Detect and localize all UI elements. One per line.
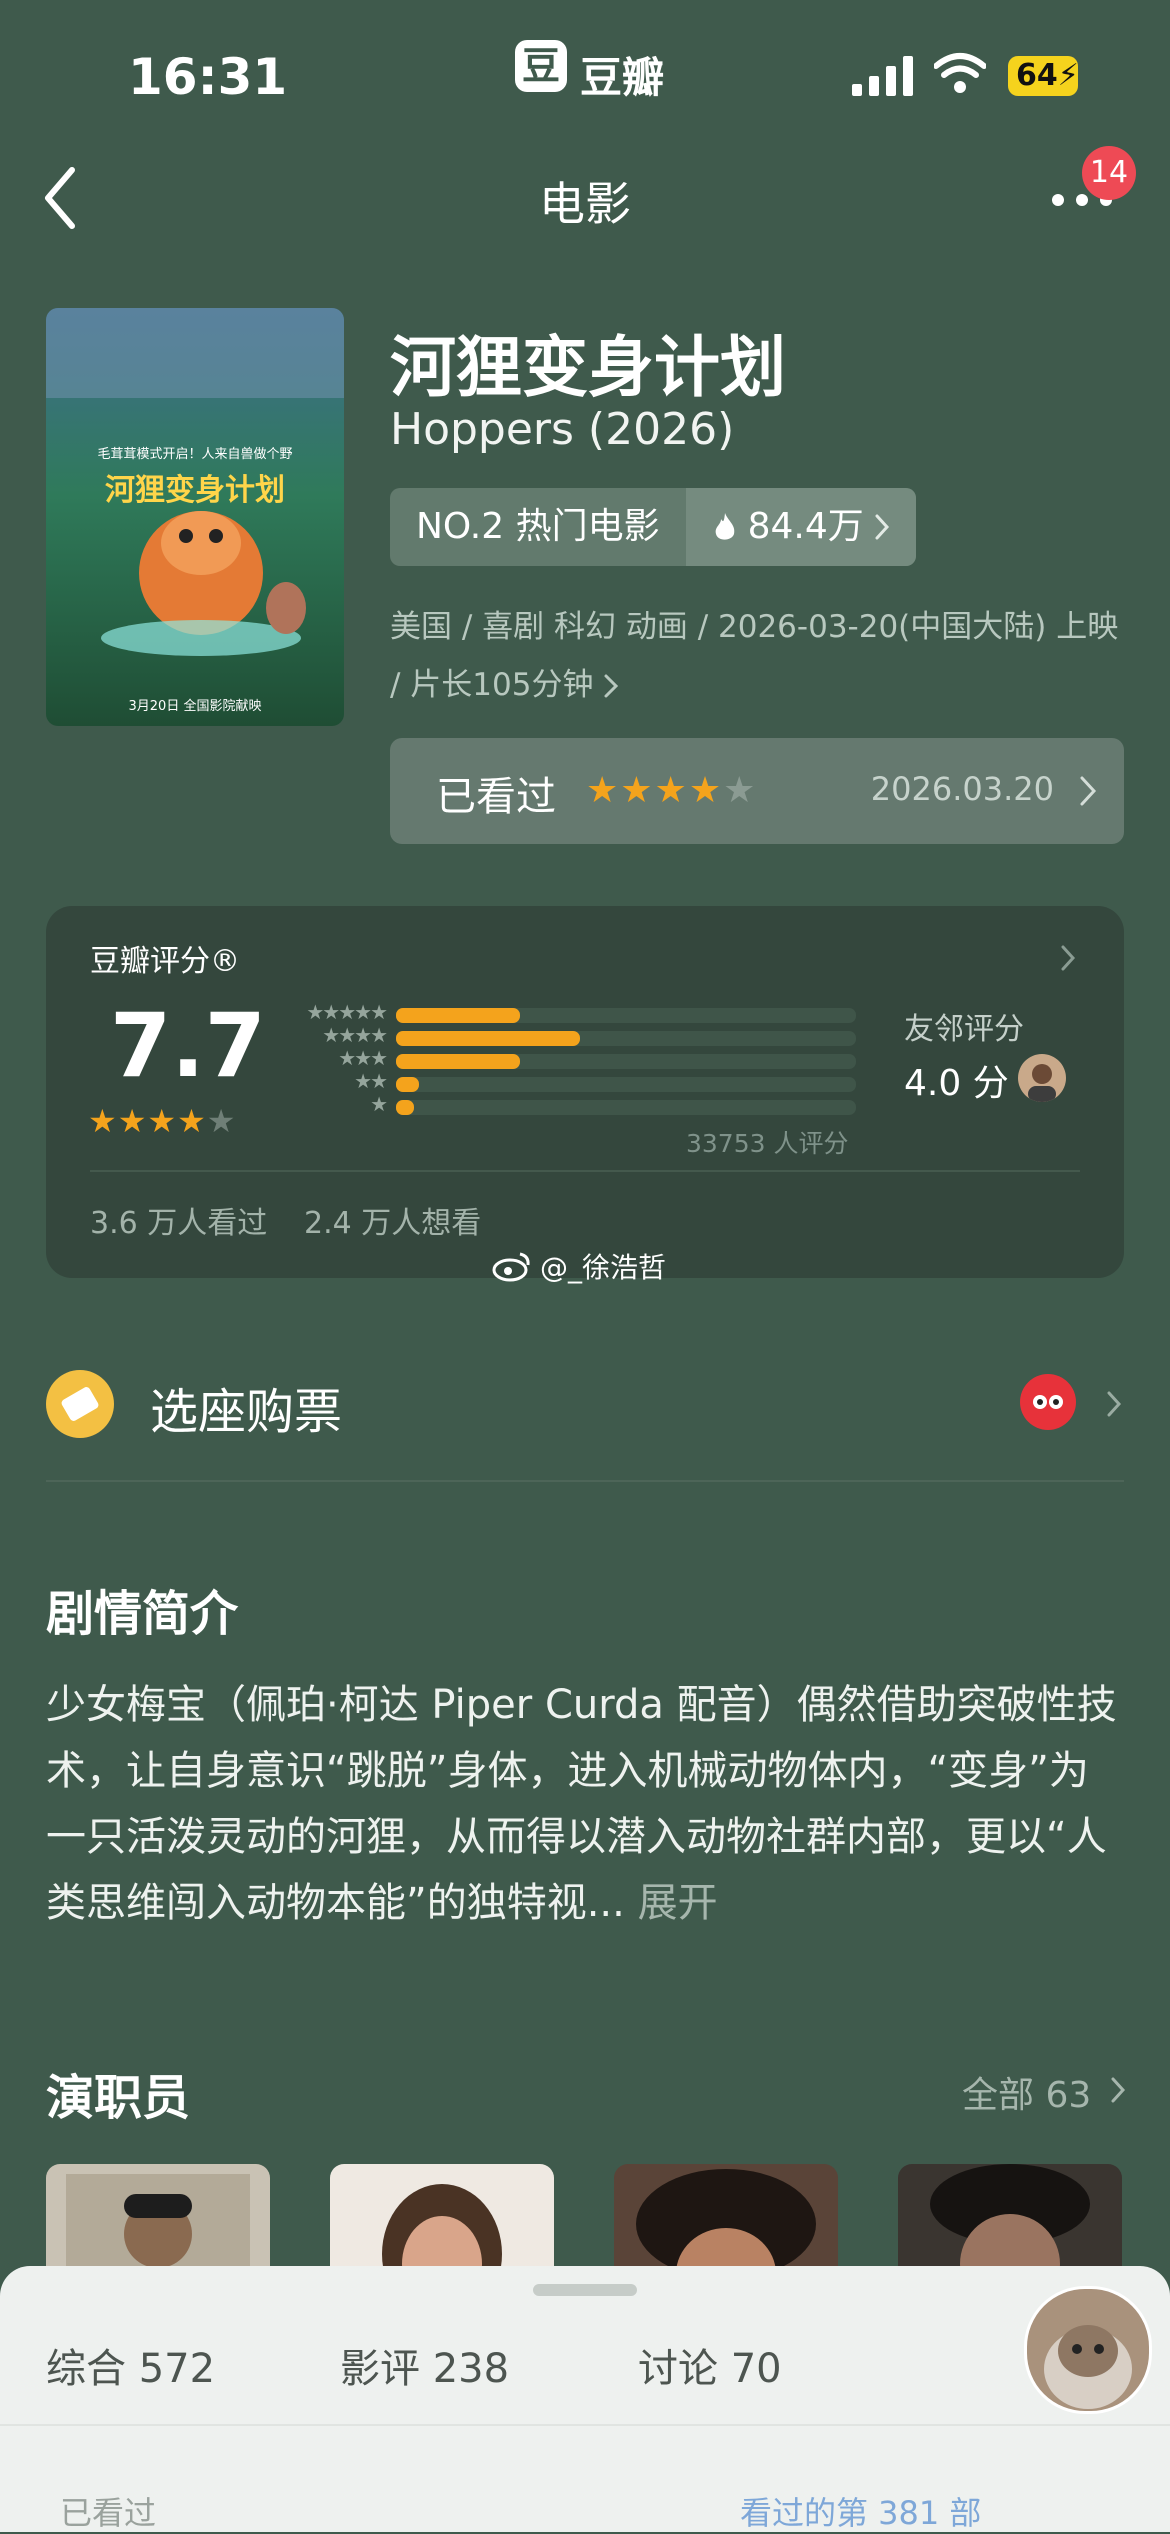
expand-link[interactable]: 展开: [638, 1880, 718, 1926]
friend-avatar[interactable]: [1018, 1054, 1066, 1102]
poster-image: 毛茸茸模式开启！人来自兽做个野 河狸变身计划 3月20日 全国影院献映: [46, 308, 344, 726]
cast-heading: 演职员: [46, 2070, 191, 2126]
dist-bar-4: [396, 1031, 580, 1046]
rating-label: 豆瓣评分®: [90, 944, 240, 979]
movie-poster[interactable]: 毛茸茸模式开启！人来自兽做个野 河狸变身计划 3月20日 全国影院献映: [46, 308, 344, 726]
app-name: 豆瓣: [580, 53, 665, 102]
my-star-rating: ★★★★★: [586, 770, 757, 811]
signal-icon: [852, 56, 913, 96]
bottom-sheet[interactable]: 综合 572 影评 238 讨论 70 已看过 看过的第 381 部: [0, 2266, 1170, 2532]
chevron-right-icon: [1111, 2077, 1126, 2103]
wifi-icon: [934, 53, 986, 93]
chevron-right-icon: [604, 674, 619, 698]
my-empty-star: ★: [723, 770, 758, 811]
sheet-drag-handle[interactable]: [533, 2284, 637, 2296]
friend-rating-label: 友邻评分: [904, 1012, 1024, 1047]
battery-indicator: 64⚡: [1008, 56, 1079, 96]
dist-bar-3: [396, 1054, 521, 1069]
flame-icon: [715, 513, 734, 540]
heat-value: 84.4万: [747, 506, 864, 547]
want-count[interactable]: 2.4 万人想看: [304, 1198, 481, 1242]
synopsis-body: 少女梅宝（佩珀·柯达 Piper Curda 配音）偶然借助突破性技术，让自身意…: [46, 1682, 1117, 1926]
movie-meta-text: 美国 / 喜剧 科幻 动画 / 2026-03-20(中国大陆) 上映 / 片长…: [390, 609, 1119, 703]
rating-filled-stars: ★★★★: [88, 1102, 207, 1140]
hot-rank-pill[interactable]: NO.2 热门电影 84.4万: [390, 488, 916, 566]
watched-label: 已看过: [436, 774, 556, 820]
movie-meta[interactable]: 美国 / 喜剧 科幻 动画 / 2026-03-20(中国大陆) 上映 / 片长…: [390, 598, 1130, 714]
dist-stars-label: ★★★★: [322, 1023, 388, 1047]
card-divider: [90, 1170, 1080, 1172]
dist-bar-5: [396, 1008, 521, 1023]
dist-stars-label: ★★★: [338, 1046, 388, 1070]
rating-count: 33753 人评分: [686, 1129, 849, 1158]
watched-date: 2026.03.20: [870, 770, 1054, 808]
chevron-right-icon: [875, 514, 889, 540]
cast-all-link[interactable]: 全部 63: [962, 2066, 1091, 2118]
heat-segment[interactable]: 84.4万: [685, 488, 916, 566]
douban-rating-card[interactable]: 豆瓣评分® 7.7 ★★★★★ ★★★★★ ★★★★ ★★★ ★★ ★ 3375…: [46, 906, 1124, 1278]
chevron-right-icon[interactable]: [1106, 1390, 1122, 1418]
rating-score: 7.7: [110, 994, 266, 1097]
chevron-right-icon: [1061, 945, 1076, 971]
sheet-peek-count: 看过的第 381 部: [740, 2494, 982, 2532]
sheet-divider: [0, 2424, 1170, 2426]
watermark-text: @_徐浩哲: [540, 1251, 667, 1284]
battery-level: 64: [1016, 58, 1058, 93]
tab-reviews[interactable]: 影评 238: [340, 2336, 509, 2394]
ticket-icon: [46, 1370, 114, 1438]
section-divider: [46, 1480, 1124, 1482]
tab-overview[interactable]: 综合 572: [46, 2336, 215, 2394]
synopsis-heading: 剧情简介: [46, 1586, 239, 1642]
weibo-watermark: @_徐浩哲: [492, 1246, 666, 1286]
seen-count[interactable]: 3.6 万人看过: [90, 1198, 267, 1242]
dist-stars-label: ★★★★★: [306, 1000, 388, 1024]
my-rating-bar[interactable]: 已看过 ★★★★★ 2026.03.20: [390, 738, 1124, 844]
movie-original-title: Hoppers (2026): [390, 404, 735, 455]
maoyan-cat-icon: [1020, 1374, 1076, 1430]
synopsis-text: 少女梅宝（佩珀·柯达 Piper Curda 配音）偶然借助突破性技术，让自身意…: [46, 1672, 1126, 1936]
dist-stars-label: ★★: [354, 1069, 388, 1093]
poster-title: 河狸变身计划: [105, 473, 285, 508]
weibo-icon: [492, 1252, 530, 1282]
cat-avatar-icon[interactable]: [1024, 2286, 1152, 2414]
dist-bar-2: [396, 1077, 419, 1092]
status-time: 16:31: [128, 48, 288, 106]
poster-release-date: 3月20日 全国影院献映: [129, 698, 262, 714]
chevron-right-icon: [1080, 776, 1097, 806]
rank-label: NO.2 热门电影: [416, 506, 660, 547]
dist-bar-1: [396, 1100, 415, 1115]
friend-rating-score: 4.0 分: [904, 1063, 1009, 1104]
movie-title: 河狸变身计划: [390, 329, 786, 406]
buy-ticket-link[interactable]: 选座购票: [150, 1372, 342, 1442]
notification-badge[interactable]: 14: [1082, 146, 1136, 200]
friend-avatar-image: [1028, 1064, 1056, 1102]
my-filled-stars: ★★★★: [586, 770, 724, 811]
douban-logo-icon: 豆: [515, 40, 567, 92]
sheet-peek-label: 已看过: [60, 2494, 157, 2532]
tab-discussions[interactable]: 讨论 70: [638, 2336, 782, 2394]
poster-tagline: 毛茸茸模式开启！人来自兽做个野: [97, 447, 292, 462]
rating-stars: ★★★★★: [88, 1102, 236, 1140]
rating-empty-star: ★: [206, 1102, 237, 1140]
page-title: 电影: [539, 177, 631, 231]
dist-stars-label: ★: [370, 1092, 388, 1116]
